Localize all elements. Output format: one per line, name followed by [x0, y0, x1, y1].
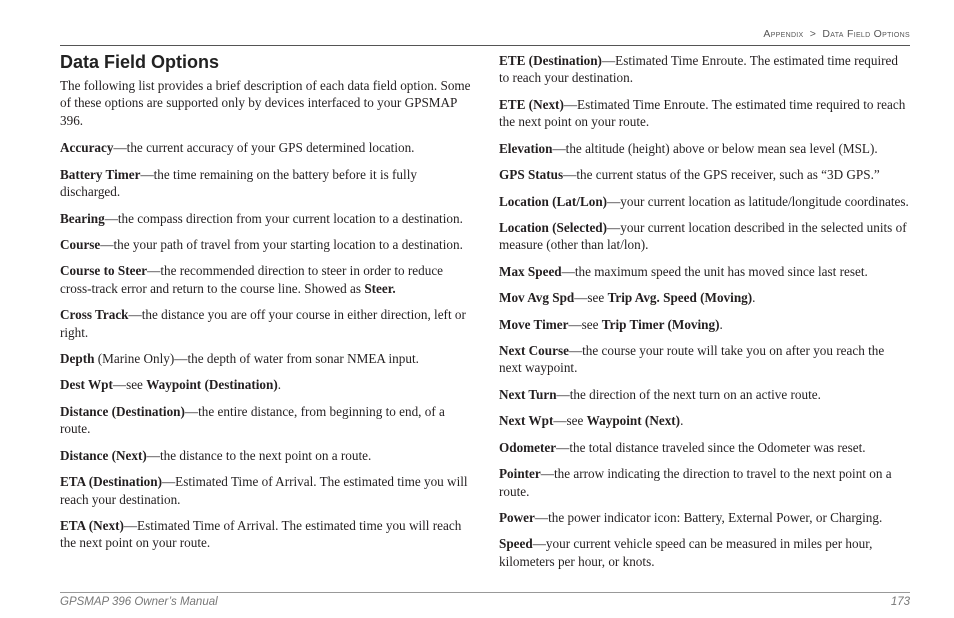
definition-desc: —the arrow indicating the direction to t… — [499, 466, 892, 498]
footer-pagenum: 173 — [891, 596, 910, 608]
definition-entry: Location (Lat/Lon)—your current location… — [499, 193, 910, 210]
definition-entry: GPS Status—the current status of the GPS… — [499, 166, 910, 183]
definition-desc: —your current vehicle speed can be measu… — [499, 536, 872, 568]
definition-term: Battery Timer — [60, 167, 140, 182]
definition-term: Location (Selected) — [499, 220, 607, 235]
definition-desc: . — [278, 377, 281, 392]
definition-term: Depth — [60, 351, 94, 366]
intro-paragraph: The following list provides a brief desc… — [60, 77, 471, 129]
column-right: ETE (Destination)—Estimated Time Enroute… — [499, 52, 910, 590]
definition-term: Course — [60, 237, 100, 252]
definition-entry: Distance (Next)—the distance to the next… — [60, 447, 471, 464]
breadcrumb-page: Data Field Options — [822, 28, 910, 40]
definition-desc: —see — [113, 377, 146, 392]
column-left: Data Field Options The following list pr… — [60, 52, 471, 590]
definition-ref: Waypoint (Next) — [587, 413, 680, 428]
definition-entry: Distance (Destination)—the entire distan… — [60, 403, 471, 438]
definition-entry: Next Course—the course your route will t… — [499, 342, 910, 377]
definition-term: Distance (Destination) — [60, 404, 185, 419]
definition-entry: ETE (Next)—Estimated Time Enroute. The e… — [499, 96, 910, 131]
definition-desc: —the current accuracy of your GPS determ… — [113, 140, 414, 155]
definition-term: ETA (Destination) — [60, 474, 162, 489]
definition-entry: Max Speed—the maximum speed the unit has… — [499, 263, 910, 280]
definition-entry: Accuracy—the current accuracy of your GP… — [60, 139, 471, 156]
definition-desc: . — [752, 290, 755, 305]
header-rule — [60, 45, 910, 46]
columns: Data Field Options The following list pr… — [60, 52, 910, 590]
definition-entry: Course—the your path of travel from your… — [60, 236, 471, 253]
definition-term: Next Turn — [499, 387, 557, 402]
definition-ref: Trip Avg. Speed (Moving) — [608, 290, 753, 305]
definition-term: Cross Track — [60, 307, 129, 322]
definition-desc: —the distance to the next point on a rou… — [147, 448, 372, 463]
definition-ref: Waypoint (Destination) — [146, 377, 278, 392]
definition-entry: ETE (Destination)—Estimated Time Enroute… — [499, 52, 910, 87]
definition-term: Speed — [499, 536, 533, 551]
definition-term: ETA (Next) — [60, 518, 124, 533]
definition-entry: Battery Timer—the time remaining on the … — [60, 166, 471, 201]
definition-term: Next Wpt — [499, 413, 553, 428]
breadcrumb-section: Appendix — [763, 28, 803, 40]
definition-term: Course to Steer — [60, 263, 147, 278]
definition-desc: —see — [568, 317, 601, 332]
definition-term: Odometer — [499, 440, 556, 455]
definition-entry: ETA (Destination)—Estimated Time of Arri… — [60, 473, 471, 508]
definition-term: Bearing — [60, 211, 105, 226]
definition-term: Dest Wpt — [60, 377, 113, 392]
definition-entry: Mov Avg Spd—see Trip Avg. Speed (Moving)… — [499, 289, 910, 306]
definition-term: Accuracy — [60, 140, 113, 155]
footer: GPSMAP 396 Owner’s Manual 173 — [60, 592, 910, 608]
definition-entry: Course to Steer—the recommended directio… — [60, 262, 471, 297]
definition-desc: —the total distance traveled since the O… — [556, 440, 865, 455]
definition-ref: Steer. — [364, 281, 395, 296]
definition-desc: —the your path of travel from your start… — [100, 237, 463, 252]
definition-desc: —the compass direction from your current… — [105, 211, 463, 226]
definition-desc: —see — [574, 290, 607, 305]
definition-entry: Pointer—the arrow indicating the directi… — [499, 465, 910, 500]
definition-desc: —your current location as latitude/longi… — [607, 194, 909, 209]
definition-term: Move Timer — [499, 317, 568, 332]
definition-desc: —the current status of the GPS receiver,… — [563, 167, 880, 182]
definition-term: Location (Lat/Lon) — [499, 194, 607, 209]
definition-ref: Trip Timer (Moving) — [602, 317, 720, 332]
definition-term: GPS Status — [499, 167, 563, 182]
definition-desc: (Marine Only)—the depth of water from so… — [94, 351, 418, 366]
definition-desc: . — [680, 413, 683, 428]
page-title: Data Field Options — [60, 52, 471, 73]
definition-desc: . — [720, 317, 723, 332]
definition-term: Next Course — [499, 343, 569, 358]
definition-entry: Move Timer—see Trip Timer (Moving). — [499, 316, 910, 333]
definition-entry: Next Turn—the direction of the next turn… — [499, 386, 910, 403]
definition-entry: Next Wpt—see Waypoint (Next). — [499, 412, 910, 429]
definition-term: Elevation — [499, 141, 552, 156]
definition-term: Max Speed — [499, 264, 562, 279]
definition-entry: Location (Selected)—your current locatio… — [499, 219, 910, 254]
definition-desc: —the power indicator icon: Battery, Exte… — [535, 510, 882, 525]
definition-entry: Bearing—the compass direction from your … — [60, 210, 471, 227]
definition-entry: Elevation—the altitude (height) above or… — [499, 140, 910, 157]
definition-entry: Speed—your current vehicle speed can be … — [499, 535, 910, 570]
page-root: Appendix > Data Field Options Data Field… — [0, 0, 954, 618]
definition-term: Pointer — [499, 466, 541, 481]
definition-term: ETE (Destination) — [499, 53, 602, 68]
definition-term: Mov Avg Spd — [499, 290, 574, 305]
definition-desc: —the direction of the next turn on an ac… — [557, 387, 821, 402]
definition-desc: —see — [553, 413, 586, 428]
definition-entry: Cross Track—the distance you are off you… — [60, 306, 471, 341]
definition-entry: Depth (Marine Only)—the depth of water f… — [60, 350, 471, 367]
definition-entry: Power—the power indicator icon: Battery,… — [499, 509, 910, 526]
definition-term: Distance (Next) — [60, 448, 147, 463]
breadcrumb-sep: > — [807, 28, 819, 40]
definition-entry: Odometer—the total distance traveled sin… — [499, 439, 910, 456]
footer-label: GPSMAP 396 Owner’s Manual — [60, 596, 218, 608]
breadcrumb: Appendix > Data Field Options — [60, 28, 910, 40]
definition-entry: Dest Wpt—see Waypoint (Destination). — [60, 376, 471, 393]
definition-desc: —the altitude (height) above or below me… — [552, 141, 877, 156]
definition-desc: —the maximum speed the unit has moved si… — [562, 264, 868, 279]
definition-term: Power — [499, 510, 535, 525]
definition-term: ETE (Next) — [499, 97, 564, 112]
definition-entry: ETA (Next)—Estimated Time of Arrival. Th… — [60, 517, 471, 552]
